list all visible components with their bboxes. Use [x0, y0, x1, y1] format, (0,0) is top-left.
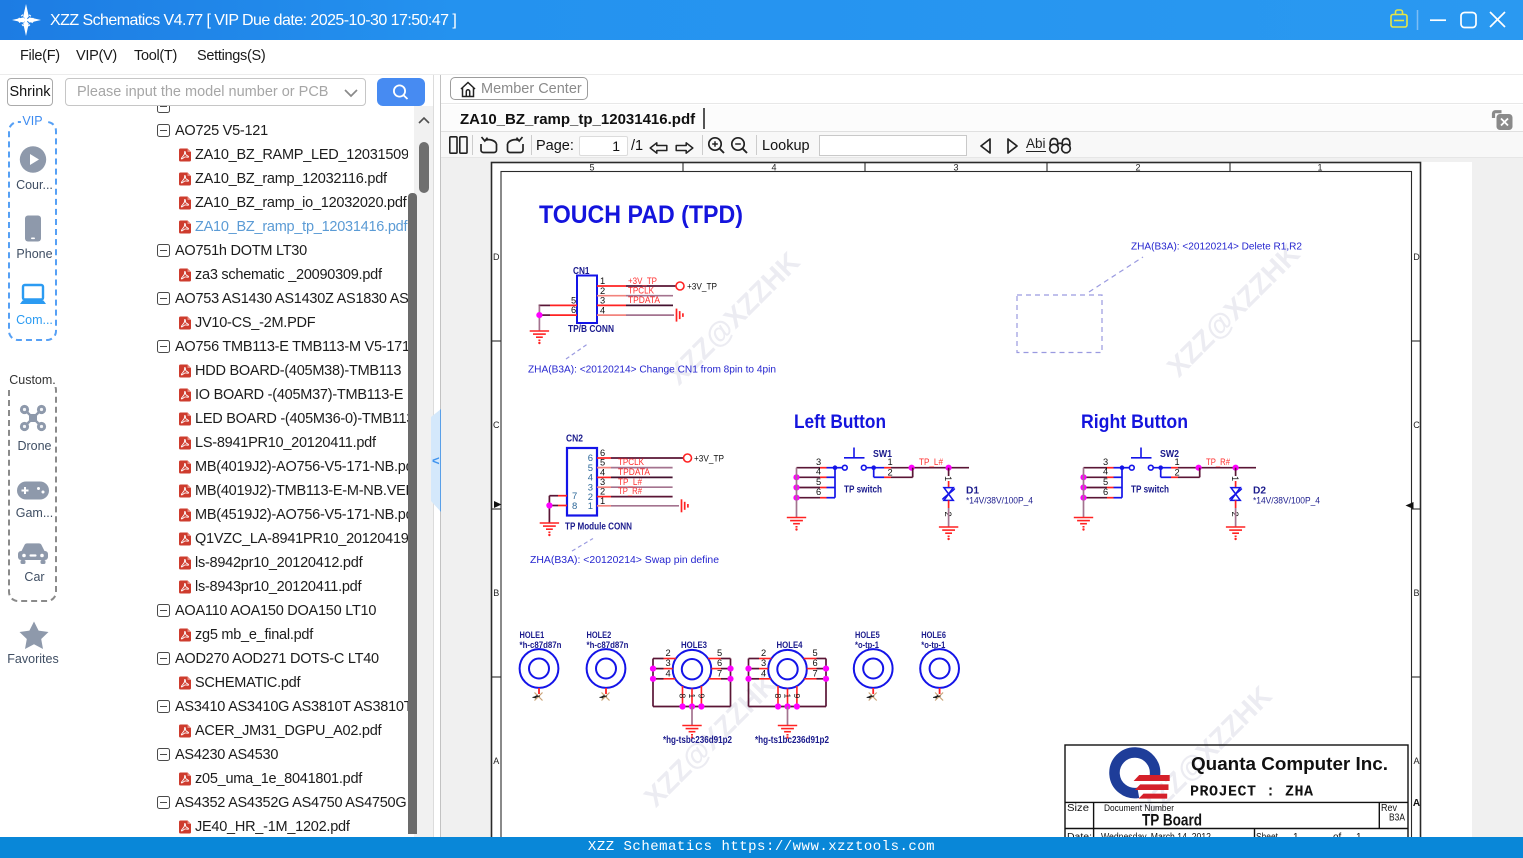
- svg-text:5: 5: [600, 458, 605, 468]
- svg-text:5: 5: [717, 648, 722, 658]
- svg-text:3: 3: [666, 658, 671, 668]
- svg-text:9: 9: [792, 694, 802, 699]
- svg-text:*h-c87d87n: *h-c87d87n: [520, 639, 562, 650]
- svg-text:+3V_TP: +3V_TP: [694, 454, 724, 465]
- svg-text:8: 8: [678, 694, 688, 699]
- svg-text:3: 3: [953, 163, 958, 173]
- svg-text:8: 8: [773, 694, 783, 699]
- svg-text:Left Button: Left Button: [794, 412, 886, 433]
- svg-text:ZHA(B3A): <20120214> Delete R1: ZHA(B3A): <20120214> Delete R1,R2: [1131, 242, 1302, 253]
- svg-text:1: 1: [600, 276, 605, 286]
- svg-text:6: 6: [600, 448, 605, 458]
- svg-text:C: C: [1413, 420, 1420, 430]
- svg-text:TP_R#: TP_R#: [1206, 457, 1231, 468]
- svg-text:1: 1: [888, 457, 893, 467]
- svg-text:7: 7: [717, 668, 722, 678]
- svg-text:Size: Size: [1067, 802, 1089, 814]
- svg-text:1: 1: [1175, 457, 1180, 467]
- svg-text:TP/B CONN: TP/B CONN: [568, 324, 614, 335]
- svg-text:Right Button: Right Button: [1081, 412, 1188, 433]
- svg-text:TOUCH PAD (TPD): TOUCH PAD (TPD): [539, 201, 743, 229]
- svg-text:2: 2: [888, 467, 893, 477]
- svg-text:A: A: [493, 756, 499, 766]
- svg-text:*hg-tsbc236d91p2: *hg-tsbc236d91p2: [663, 735, 732, 746]
- svg-text:TP switch: TP switch: [1131, 485, 1169, 496]
- svg-text:D: D: [493, 252, 500, 262]
- svg-text:6: 6: [1103, 487, 1108, 497]
- svg-text:4: 4: [816, 467, 821, 477]
- svg-text:5: 5: [589, 163, 594, 173]
- svg-text:6: 6: [717, 658, 722, 668]
- svg-text:1: 1: [1317, 163, 1322, 173]
- svg-text:*o-tp-1: *o-tp-1: [921, 639, 945, 650]
- svg-text:8: 8: [572, 501, 577, 512]
- svg-text:5: 5: [1103, 477, 1108, 487]
- svg-text:*14V/38V/100P_4: *14V/38V/100P_4: [1253, 496, 1321, 507]
- svg-text:HOLE4: HOLE4: [777, 639, 804, 650]
- svg-text:9: 9: [696, 694, 706, 699]
- svg-text:ZHA(B3A): <20120214> Swap pin: ZHA(B3A): <20120214> Swap pin define: [530, 555, 719, 566]
- svg-text:Quanta Computer Inc.: Quanta Computer Inc.: [1191, 753, 1388, 774]
- svg-text:3: 3: [1103, 457, 1108, 467]
- svg-text:*hg-ts1bc236d91p2: *hg-ts1bc236d91p2: [755, 735, 829, 746]
- svg-text:HOLE3: HOLE3: [681, 639, 707, 650]
- svg-text:4: 4: [600, 467, 605, 477]
- svg-text:CN2: CN2: [566, 434, 583, 445]
- svg-text:A: A: [1413, 798, 1420, 809]
- svg-text:A: A: [1413, 756, 1419, 766]
- svg-text:2: 2: [761, 648, 766, 658]
- svg-text:5: 5: [816, 477, 821, 487]
- svg-text:B: B: [1413, 588, 1419, 598]
- svg-text:*o-tp-1: *o-tp-1: [855, 639, 879, 650]
- svg-text:2: 2: [1135, 163, 1140, 173]
- svg-text:6: 6: [813, 658, 818, 668]
- svg-text:B: B: [493, 588, 499, 598]
- svg-text:1: 1: [1230, 476, 1240, 481]
- svg-text:TP switch: TP switch: [844, 485, 882, 496]
- svg-text:1: 1: [943, 476, 953, 481]
- svg-text:4: 4: [600, 305, 605, 315]
- svg-text:1: 1: [687, 694, 697, 699]
- svg-text:TPDATA: TPDATA: [628, 295, 661, 306]
- svg-text:ZHA(B3A): <20120214> Change CN: ZHA(B3A): <20120214> Change CN1 from 8pi…: [528, 365, 776, 376]
- svg-text:3: 3: [816, 457, 821, 467]
- svg-text:4: 4: [666, 668, 671, 678]
- svg-text:1: 1: [588, 501, 593, 512]
- svg-text:4: 4: [1103, 467, 1108, 477]
- svg-text:TP Board: TP Board: [1142, 812, 1202, 830]
- svg-text:4: 4: [761, 668, 766, 678]
- svg-text:C: C: [493, 420, 500, 430]
- svg-text:5: 5: [571, 295, 576, 305]
- svg-text:1: 1: [783, 694, 793, 699]
- svg-text:6: 6: [816, 487, 821, 497]
- svg-text:3: 3: [600, 296, 605, 306]
- svg-text:2: 2: [1175, 467, 1180, 477]
- svg-text:6: 6: [571, 305, 576, 315]
- svg-text:D: D: [1413, 252, 1420, 262]
- svg-text:2: 2: [666, 648, 671, 658]
- svg-text:4: 4: [771, 163, 776, 173]
- svg-text:TP Module CONN: TP Module CONN: [565, 522, 632, 533]
- svg-text:TP_R#: TP_R#: [618, 486, 643, 497]
- svg-text:*h-c87d87n: *h-c87d87n: [587, 639, 629, 650]
- svg-text:5: 5: [813, 648, 818, 658]
- svg-text:7: 7: [813, 668, 818, 678]
- svg-text:2: 2: [600, 286, 605, 296]
- svg-text:PROJECT : ZHA: PROJECT : ZHA: [1190, 784, 1314, 801]
- svg-text:3: 3: [761, 658, 766, 668]
- svg-text:+3V_TP: +3V_TP: [687, 282, 717, 293]
- svg-text:B3A: B3A: [1389, 813, 1405, 824]
- svg-text:*14V/38V/100P_4: *14V/38V/100P_4: [966, 496, 1034, 507]
- svg-text:TP_L#: TP_L#: [919, 457, 944, 468]
